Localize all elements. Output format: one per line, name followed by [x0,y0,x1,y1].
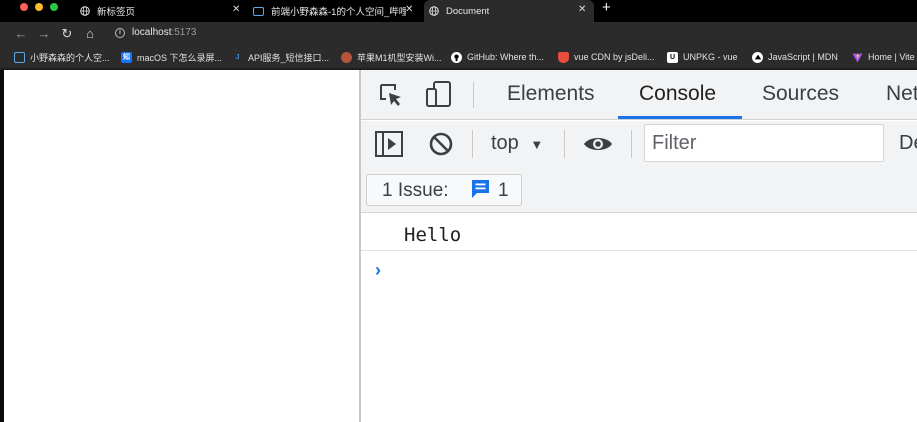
close-window-button[interactable] [20,3,28,11]
bookmark-label: 小野森森的个人空... [30,52,110,63]
console-prompt-icon[interactable]: › [375,260,381,281]
tab-label: Document [446,5,490,17]
issues-count: 1 [498,180,509,201]
page-viewport [0,70,360,422]
bookmark-item[interactable]: vue CDN by jsDeli... [558,50,655,64]
bookmarks-bar: 小野森森的个人空... 知 macOS 下怎么录屏... J API服务_短信接… [0,46,917,68]
bilibili-icon [253,6,264,16]
tab-label: 新标签页 [97,7,136,18]
bookmark-label: GitHub: Where th... [467,52,545,62]
chevron-down-icon: ▼ [530,137,544,152]
bookmark-item[interactable]: GitHub: Where th... [451,50,544,64]
globe-icon [429,6,439,16]
log-levels-dropdown[interactable]: Default levels [899,132,917,155]
devtools-panel: Elements Console Sources Network top ▼ F… [361,70,917,422]
toolbar-separator [564,130,565,158]
bookmark-label: JavaScript | MDN [768,52,838,62]
mdn-icon [752,51,763,63]
toolbar-separator [473,82,474,108]
tab-new-tab[interactable]: 新标签页 ✕ [80,0,248,22]
bookmark-label: 苹果M1机型安装Wi... [357,52,442,63]
new-tab-button[interactable]: + [602,0,611,18]
eye-icon[interactable] [583,134,613,154]
close-tab-icon[interactable]: ✕ [232,4,240,15]
unpkg-icon: U [667,51,678,63]
console-message-text: Hello [404,224,462,246]
context-label: top [491,132,519,154]
tab-label: 前端小野森森-1的个人空间_哔哩 [271,7,406,18]
vite-icon [852,52,863,63]
bookmark-item[interactable]: Home | Vite [852,50,915,64]
bookmark-item[interactable]: U UNPKG - vue [667,50,738,64]
tab-bilibili[interactable]: 前端小野森森-1的个人空间_哔哩 ✕ [253,0,421,22]
bookmark-item[interactable]: JavaScript | MDN [752,50,838,64]
globe-icon [80,6,90,16]
home-button[interactable]: ⌂ [81,25,99,43]
site-info-icon[interactable]: i [115,28,125,38]
zhihu-icon: 知 [121,51,132,63]
issues-label: 1 Issue: [382,180,449,201]
device-toolbar-icon[interactable] [425,80,453,108]
context-selector[interactable]: top ▼ [491,132,543,155]
minimize-window-button[interactable] [35,3,43,11]
url-host: localhost [132,27,172,38]
issue-message-icon [472,180,489,198]
tab-strip: 新标签页 ✕ 前端小野森森-1的个人空间_哔哩 ✕ Document ✕ + [0,0,917,22]
close-tab-icon[interactable]: ✕ [405,4,413,15]
tab-network[interactable]: Network [886,82,917,106]
api-icon: J [235,53,240,61]
bookmark-label: macOS 下怎么录屏... [137,52,223,63]
jsdelivr-icon [558,51,569,63]
inspect-element-icon[interactable] [378,82,404,108]
sidebar-toggle-icon[interactable] [375,131,403,157]
address-bar[interactable]: localhost:5173 [132,27,197,38]
tab-document[interactable]: Document ✕ [424,0,594,22]
back-button[interactable]: ← [12,25,30,43]
tab-elements[interactable]: Elements [507,82,595,106]
page-edge [0,70,4,422]
devtools-tab-bar: Elements Console Sources Network [361,70,917,120]
forward-button[interactable]: → [35,25,53,43]
reload-button[interactable]: ↻ [58,25,76,43]
tab-sources[interactable]: Sources [762,82,839,106]
tab-console[interactable]: Console [639,82,716,106]
bookmark-label: vue CDN by jsDeli... [574,52,655,62]
filter-placeholder: Filter [652,132,697,154]
bookmark-label: Home | Vite [868,52,915,62]
bookmark-item[interactable]: 小野森森的个人空... [14,50,110,64]
bookmark-label: API服务_短信接口... [248,52,330,63]
url-port: :5173 [171,27,197,38]
zoom-window-button[interactable] [50,3,58,11]
blog-icon [341,51,352,63]
bookmark-label: UNPKG - vue [683,52,738,62]
close-tab-icon[interactable]: ✕ [578,4,586,15]
bookmark-item[interactable]: 苹果M1机型安装Wi... [341,50,442,64]
clear-console-icon[interactable] [429,132,453,156]
bilibili-icon [14,51,25,63]
active-tab-indicator [618,116,742,119]
bookmark-item[interactable]: J API服务_短信接口... [232,50,329,64]
github-icon [451,51,462,63]
toolbar-separator [472,130,473,158]
bookmark-item[interactable]: 知 macOS 下怎么录屏... [121,50,222,64]
toolbar-separator [631,130,632,158]
